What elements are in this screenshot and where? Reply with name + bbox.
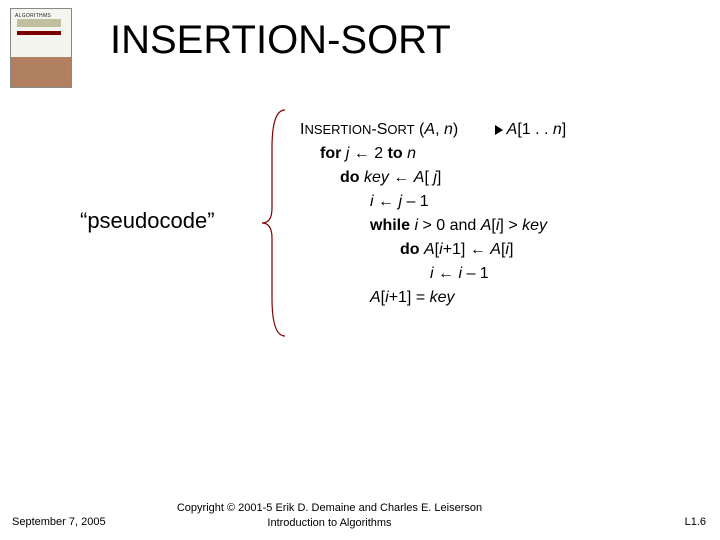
t: ( (415, 121, 425, 138)
code-line: i ← i – 1 (300, 262, 566, 286)
t: – 1 (462, 265, 489, 282)
code-line: do key ← A[ j] (300, 166, 566, 190)
t: A (490, 241, 501, 258)
book-decor (11, 57, 71, 87)
t: for (320, 145, 346, 162)
code-line: i ← j – 1 (300, 190, 566, 214)
t: do (340, 169, 364, 186)
t: A (370, 289, 381, 306)
code-line: do A[i+1] ← A[i] (300, 238, 566, 262)
code-line: INSERTION-SORT (A, n) A[1 . . n] (300, 118, 566, 142)
t: – 1 (402, 193, 429, 210)
t: A (424, 241, 435, 258)
t: key (364, 169, 389, 186)
footer-page: L1.6 (685, 516, 706, 528)
t: Introduction to Algorithms (177, 516, 482, 530)
code-line: for j ← 2 to n (300, 142, 566, 166)
t: A (414, 169, 425, 186)
t: A (507, 121, 518, 138)
t: ← (374, 193, 399, 210)
book-decor (17, 19, 61, 27)
t: A (424, 121, 435, 138)
t: ] (562, 121, 566, 138)
t: to (383, 145, 407, 162)
t: ORT (387, 122, 414, 137)
code-comment: A[1 . . n] (495, 118, 567, 142)
t: do (400, 241, 424, 258)
slide-title: INSERTION-SORT (110, 18, 451, 63)
t: ← (349, 145, 374, 162)
t: ← (434, 265, 459, 282)
pseudocode-block: INSERTION-SORT (A, n) A[1 . . n] for j ←… (300, 118, 566, 310)
t: ] (437, 169, 441, 186)
t: n (444, 121, 453, 138)
footer-copyright: Copyright © 2001-5 Erik D. Demaine and C… (177, 501, 482, 530)
triangle-icon (495, 125, 503, 135)
t: n (407, 145, 416, 162)
t: 2 (374, 145, 383, 162)
t: > 0 and (418, 217, 481, 234)
t: [1 . . (517, 121, 553, 138)
t: +1] = (389, 289, 430, 306)
curly-brace-icon (260, 108, 290, 338)
pseudocode-label: “pseudocode” (80, 208, 215, 234)
t: +1] ← (443, 241, 491, 258)
t: ] > (499, 217, 522, 234)
t: ) (453, 121, 458, 138)
t: key (522, 217, 547, 234)
t: NSERTION (304, 122, 371, 137)
t: A (481, 217, 492, 234)
t: n (553, 121, 562, 138)
book-decor (17, 31, 61, 35)
t: Copyright © 2001-5 Erik D. Demaine and C… (177, 501, 482, 515)
t: -S (371, 121, 387, 138)
t: , (435, 121, 444, 138)
t: while (370, 217, 414, 234)
t: key (430, 289, 455, 306)
t: ← (389, 169, 414, 186)
t: ] (509, 241, 513, 258)
code-line: A[i+1] = key (300, 286, 566, 310)
footer-date: September 7, 2005 (12, 516, 106, 528)
code-line: while i > 0 and A[i] > key (300, 214, 566, 238)
book-thumbnail: ALGORITHMS (10, 8, 72, 88)
